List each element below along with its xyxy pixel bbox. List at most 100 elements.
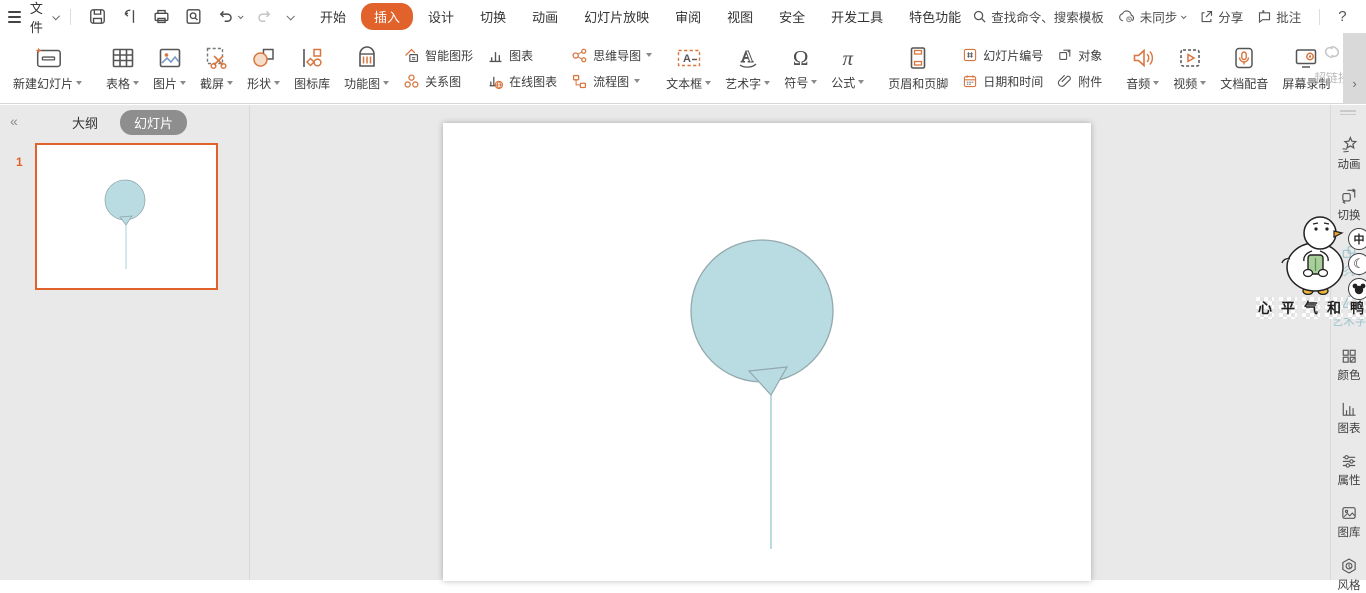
more-options-button[interactable]: ⋮ <box>1361 8 1366 25</box>
audio-label: 音频 <box>1126 75 1150 92</box>
attachment-button[interactable]: 附件 <box>1057 73 1102 90</box>
shapes-button[interactable]: 形状 <box>240 43 287 94</box>
screenshot-button[interactable]: 截屏 <box>193 43 240 94</box>
online-chart-button[interactable]: 在线图表 <box>487 73 557 90</box>
tab-slides[interactable]: 幻灯片 <box>120 110 187 135</box>
right-sidebar: 动画 切换 形状 A 艺术字 颜色 图表 属性 图库 <box>1330 105 1366 580</box>
save-icon <box>88 7 107 26</box>
datetime-button[interactable]: 日期和时间 <box>962 73 1043 90</box>
share-button[interactable]: 分享 <box>1199 7 1243 26</box>
chevron-down-icon <box>811 80 817 84</box>
doc-dubbing-button[interactable]: 文档配音 <box>1213 43 1275 94</box>
flowchart-label: 流程图 <box>593 73 629 90</box>
formula-button[interactable]: π 公式 <box>824 44 871 93</box>
chevron-down-icon <box>764 81 770 85</box>
insert-table-button[interactable]: 表格 <box>99 43 146 94</box>
edge-button-zhong[interactable]: 中 <box>1348 228 1366 250</box>
video-button[interactable]: 视频 <box>1166 43 1213 94</box>
screenshot-icon <box>204 45 230 71</box>
tab-animation[interactable]: 动画 <box>521 3 569 30</box>
help-button[interactable]: ? <box>1338 8 1346 25</box>
audio-button[interactable]: 音频 <box>1119 43 1166 94</box>
customize-toolbar-button[interactable] <box>287 14 293 20</box>
tab-transition[interactable]: 切换 <box>469 3 517 30</box>
sidebar-item-colors[interactable]: 颜色 <box>1331 347 1366 383</box>
search-command-button[interactable]: 查找命令、搜索模板 <box>972 7 1104 26</box>
search-icon <box>972 9 987 24</box>
header-footer-button[interactable]: 页眉和页脚 <box>881 43 955 94</box>
tab-view[interactable]: 视图 <box>716 3 764 30</box>
mascot-caption: 心平气和鸭 <box>1256 297 1366 319</box>
comment-button[interactable]: 批注 <box>1257 7 1301 26</box>
symbol-label: 符号 <box>784 74 808 91</box>
tab-devtools[interactable]: 开发工具 <box>820 3 894 30</box>
sidebar-item-animation[interactable]: 动画 <box>1331 135 1366 172</box>
textbox-button[interactable]: A 文本框 <box>659 43 718 94</box>
sidebar-item-style[interactable]: 风格 <box>1331 557 1366 593</box>
sidebar-item-chart[interactable]: 图表 <box>1331 400 1366 436</box>
chevron-down-icon <box>133 81 139 85</box>
icon-library-button[interactable]: 图标库 <box>287 43 337 94</box>
slide-number-button[interactable]: 幻灯片编号 <box>962 47 1043 64</box>
chart-panel-icon <box>1340 400 1358 418</box>
cloud-unsynced-icon <box>1118 9 1136 24</box>
properties-icon <box>1340 452 1358 470</box>
picture-label: 图片 <box>153 75 177 92</box>
tab-design[interactable]: 设计 <box>417 3 465 30</box>
print-preview-button[interactable] <box>184 7 203 26</box>
save-button[interactable] <box>88 7 107 26</box>
sync-status-button[interactable]: 未同步 <box>1118 7 1186 26</box>
sidebar-item-properties[interactable]: 属性 <box>1331 452 1366 488</box>
file-menu-button[interactable]: 文件 <box>30 0 57 36</box>
tab-special-features[interactable]: 特色功能 <box>898 3 972 30</box>
edge-button-moon[interactable]: ☾ <box>1348 253 1366 275</box>
smart-graphic-button[interactable]: 智能图形 <box>403 47 473 64</box>
sidebar-gallery-label: 图库 <box>1338 524 1361 540</box>
tab-review[interactable]: 审阅 <box>664 3 712 30</box>
tab-insert[interactable]: 插入 <box>361 3 413 30</box>
sidebar-drag-handle[interactable] <box>1340 110 1356 115</box>
slide-thumbnail[interactable] <box>35 143 218 290</box>
pi-icon: π <box>842 46 853 70</box>
chevron-down-icon <box>227 81 233 85</box>
smart-graphic-icon <box>403 47 420 64</box>
omega-icon: Ω <box>793 46 809 70</box>
edge-button-mascot-head[interactable] <box>1348 278 1366 300</box>
share-label: 分享 <box>1218 7 1243 26</box>
datetime-icon <box>962 73 978 89</box>
attachment-label: 附件 <box>1078 73 1102 90</box>
insert-picture-button[interactable]: 图片 <box>146 43 193 94</box>
hyperlink-icon <box>1319 39 1345 65</box>
hamburger-menu-icon[interactable] <box>8 11 21 23</box>
chevron-down-icon <box>1153 81 1159 85</box>
print-button[interactable] <box>152 7 171 26</box>
sidebar-item-gallery[interactable]: 图库 <box>1331 504 1366 540</box>
ribbon-expand-strip[interactable]: › <box>1343 33 1366 103</box>
undo-button[interactable] <box>216 7 242 26</box>
redo-button[interactable] <box>255 7 274 26</box>
chevron-down-icon <box>180 81 186 85</box>
tab-home[interactable]: 开始 <box>309 3 357 30</box>
wordart-button[interactable]: A 艺术字 <box>718 43 777 94</box>
tab-outline[interactable]: 大纲 <box>62 110 108 135</box>
output-button[interactable] <box>120 7 139 26</box>
balloon-shape[interactable] <box>443 123 1091 581</box>
collapse-panel-icon[interactable]: « <box>10 113 18 129</box>
tab-security[interactable]: 安全 <box>768 3 816 30</box>
mind-map-button[interactable]: 思维导图 <box>571 47 652 64</box>
flowchart-button[interactable]: 流程图 <box>571 73 652 90</box>
object-button[interactable]: 对象 <box>1057 47 1102 64</box>
datetime-label: 日期和时间 <box>983 73 1043 90</box>
ribbon-toolbar: 新建幻灯片 表格 图片 截屏 形状 <box>0 33 1366 104</box>
online-chart-label: 在线图表 <box>509 73 557 90</box>
gallery-icon <box>1340 504 1358 522</box>
chevron-down-icon <box>705 81 711 85</box>
chart-button[interactable]: 图表 <box>487 47 557 64</box>
function-diagram-button[interactable]: 功能图 <box>337 43 396 94</box>
symbol-button[interactable]: Ω 符号 <box>777 44 824 93</box>
new-slide-button[interactable]: 新建幻灯片 <box>6 43 89 94</box>
function-diagram-label: 功能图 <box>344 75 380 92</box>
slide-canvas[interactable] <box>443 123 1091 581</box>
tab-slideshow[interactable]: 幻灯片放映 <box>573 3 660 30</box>
relation-diagram-button[interactable]: 关系图 <box>403 73 473 90</box>
